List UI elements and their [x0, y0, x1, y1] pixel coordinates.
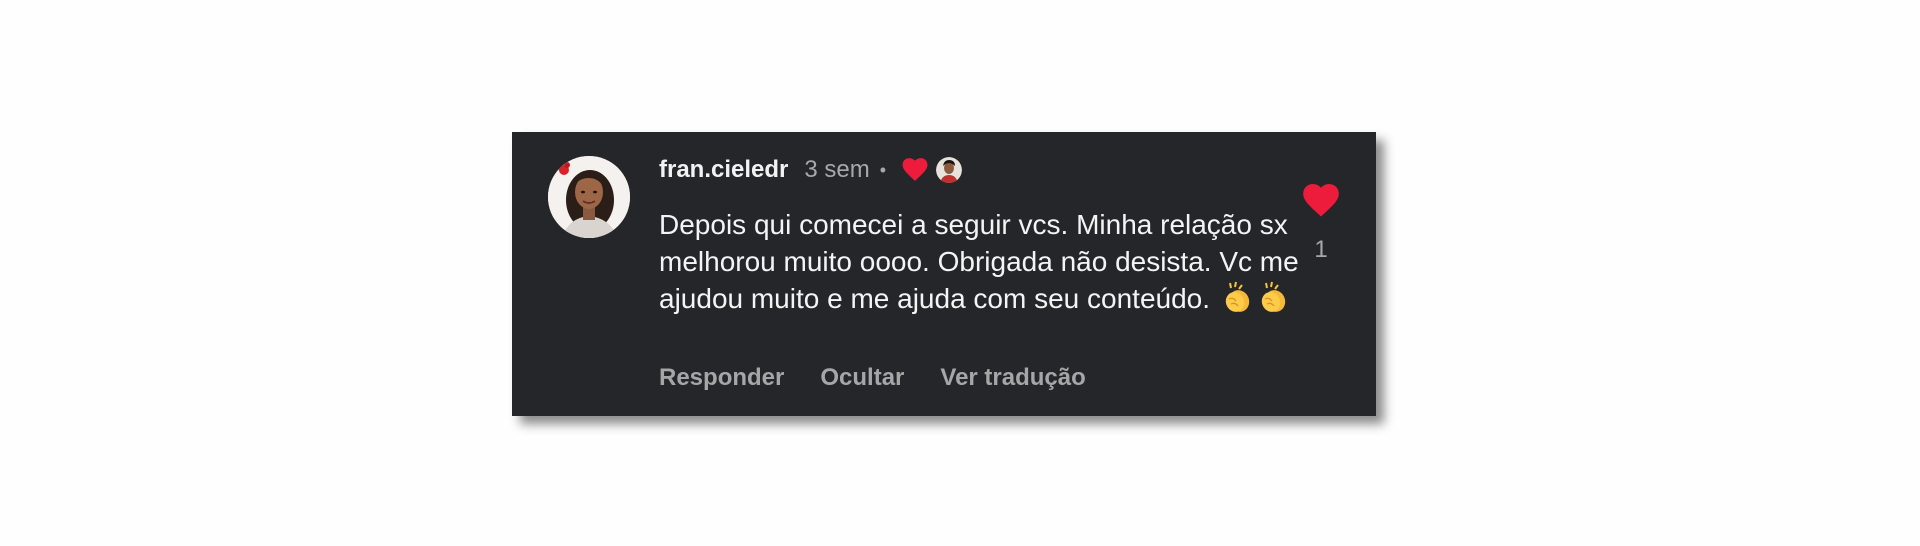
translate-button[interactable]: Ver tradução — [940, 364, 1085, 392]
username-link[interactable]: fran.cieledr — [659, 156, 788, 184]
reply-button[interactable]: Responder — [659, 364, 784, 392]
hide-button[interactable]: Ocultar — [820, 364, 904, 392]
comment-actions: Responder Ocultar Ver tradução — [659, 364, 1122, 392]
comment-header: fran.cieledr 3 sem • — [659, 152, 963, 188]
user-avatar[interactable] — [548, 156, 630, 238]
like-column: 1 — [1296, 184, 1346, 264]
clapping-hands-icon — [1225, 281, 1249, 312]
clapping-hands-icon — [1261, 281, 1285, 312]
creator-avatar-icon — [936, 157, 963, 183]
comment-body: Depois qui comecei a seguir vcs. Minha r… — [659, 209, 1299, 314]
like-count: 1 — [1314, 236, 1328, 263]
like-heart-icon[interactable] — [1302, 184, 1340, 218]
creator-liked-heart-icon — [902, 158, 928, 181]
comment-text: Depois qui comecei a seguir vcs. Minha r… — [659, 206, 1299, 317]
timestamp: 3 sem — [804, 156, 870, 183]
separator-dot: • — [879, 159, 887, 180]
comment-card: fran.cieledr 3 sem • Depois qui comecei … — [512, 132, 1376, 416]
